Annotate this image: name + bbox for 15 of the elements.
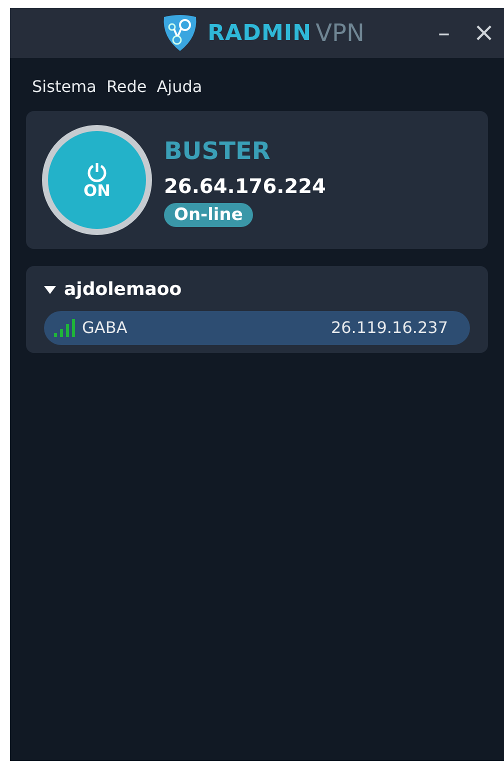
network-name[interactable]: ajdolemaoo	[64, 276, 182, 303]
menu-item[interactable]: Ajuda	[156, 75, 202, 99]
host-name: BUSTER	[164, 136, 270, 167]
close-button[interactable]: ×	[464, 13, 504, 53]
minimize-button[interactable]: –	[424, 13, 464, 53]
status-badge: On-line	[164, 203, 253, 227]
brand-name: RADMIN	[208, 20, 312, 48]
signal-icon	[54, 319, 76, 337]
product-name: VPN	[316, 18, 364, 49]
peer-row[interactable]: GABA 26.119.16.237	[44, 311, 470, 345]
host-ip: 26.64.176.224	[164, 173, 326, 200]
expand-triangle-icon[interactable]	[44, 284, 56, 294]
menu-item[interactable]: Sistema	[32, 75, 96, 99]
menu-item[interactable]: Rede	[106, 75, 147, 99]
power-icon	[86, 161, 108, 183]
